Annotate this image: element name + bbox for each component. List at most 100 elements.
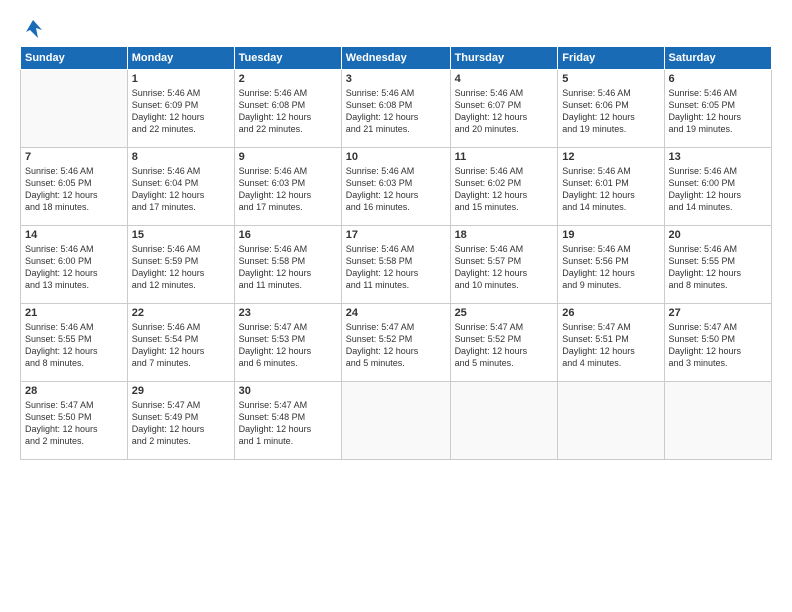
calendar-cell: 5 Sunrise: 5:46 AM Sunset: 6:06 PM Daylig… bbox=[558, 70, 664, 148]
day-info: Sunrise: 5:47 AM Sunset: 5:48 PM Dayligh… bbox=[239, 399, 337, 448]
day-number: 15 bbox=[132, 229, 230, 241]
day-info: Sunrise: 5:46 AM Sunset: 5:58 PM Dayligh… bbox=[239, 243, 337, 292]
calendar-table: SundayMondayTuesdayWednesdayThursdayFrid… bbox=[20, 46, 772, 460]
calendar-cell bbox=[664, 382, 771, 460]
col-header-tuesday: Tuesday bbox=[234, 47, 341, 70]
day-number: 26 bbox=[562, 307, 659, 319]
day-number: 11 bbox=[455, 151, 554, 163]
day-number: 2 bbox=[239, 73, 337, 85]
calendar-cell: 2 Sunrise: 5:46 AM Sunset: 6:08 PM Daylig… bbox=[234, 70, 341, 148]
day-info: Sunrise: 5:46 AM Sunset: 6:04 PM Dayligh… bbox=[132, 165, 230, 214]
calendar-cell: 20 Sunrise: 5:46 AM Sunset: 5:55 PM Dayli… bbox=[664, 226, 771, 304]
header bbox=[20, 18, 772, 36]
calendar-week-row: 28 Sunrise: 5:47 AM Sunset: 5:50 PM Dayli… bbox=[21, 382, 772, 460]
calendar-cell: 27 Sunrise: 5:47 AM Sunset: 5:50 PM Dayli… bbox=[664, 304, 771, 382]
day-info: Sunrise: 5:46 AM Sunset: 5:57 PM Dayligh… bbox=[455, 243, 554, 292]
day-info: Sunrise: 5:46 AM Sunset: 5:55 PM Dayligh… bbox=[25, 321, 123, 370]
day-number: 13 bbox=[669, 151, 767, 163]
calendar-cell: 23 Sunrise: 5:47 AM Sunset: 5:53 PM Dayli… bbox=[234, 304, 341, 382]
day-number: 1 bbox=[132, 73, 230, 85]
day-number: 9 bbox=[239, 151, 337, 163]
day-info: Sunrise: 5:46 AM Sunset: 6:03 PM Dayligh… bbox=[346, 165, 446, 214]
logo-bird-icon bbox=[22, 18, 44, 40]
col-header-friday: Friday bbox=[558, 47, 664, 70]
day-info: Sunrise: 5:47 AM Sunset: 5:50 PM Dayligh… bbox=[669, 321, 767, 370]
day-number: 29 bbox=[132, 385, 230, 397]
day-number: 30 bbox=[239, 385, 337, 397]
day-number: 5 bbox=[562, 73, 659, 85]
col-header-sunday: Sunday bbox=[21, 47, 128, 70]
calendar-cell: 7 Sunrise: 5:46 AM Sunset: 6:05 PM Daylig… bbox=[21, 148, 128, 226]
day-info: Sunrise: 5:46 AM Sunset: 6:08 PM Dayligh… bbox=[239, 87, 337, 136]
day-number: 20 bbox=[669, 229, 767, 241]
calendar-header-row: SundayMondayTuesdayWednesdayThursdayFrid… bbox=[21, 47, 772, 70]
day-info: Sunrise: 5:47 AM Sunset: 5:53 PM Dayligh… bbox=[239, 321, 337, 370]
logo-text bbox=[20, 18, 44, 36]
day-number: 27 bbox=[669, 307, 767, 319]
calendar-cell: 9 Sunrise: 5:46 AM Sunset: 6:03 PM Daylig… bbox=[234, 148, 341, 226]
day-info: Sunrise: 5:46 AM Sunset: 6:05 PM Dayligh… bbox=[25, 165, 123, 214]
calendar-cell bbox=[341, 382, 450, 460]
day-info: Sunrise: 5:46 AM Sunset: 6:00 PM Dayligh… bbox=[669, 165, 767, 214]
calendar-cell: 26 Sunrise: 5:47 AM Sunset: 5:51 PM Dayli… bbox=[558, 304, 664, 382]
col-header-thursday: Thursday bbox=[450, 47, 558, 70]
day-number: 7 bbox=[25, 151, 123, 163]
day-info: Sunrise: 5:46 AM Sunset: 6:08 PM Dayligh… bbox=[346, 87, 446, 136]
page: SundayMondayTuesdayWednesdayThursdayFrid… bbox=[0, 0, 792, 612]
day-info: Sunrise: 5:46 AM Sunset: 6:02 PM Dayligh… bbox=[455, 165, 554, 214]
day-number: 12 bbox=[562, 151, 659, 163]
calendar-cell: 12 Sunrise: 5:46 AM Sunset: 6:01 PM Dayli… bbox=[558, 148, 664, 226]
day-info: Sunrise: 5:47 AM Sunset: 5:52 PM Dayligh… bbox=[346, 321, 446, 370]
calendar-cell: 30 Sunrise: 5:47 AM Sunset: 5:48 PM Dayli… bbox=[234, 382, 341, 460]
day-number: 14 bbox=[25, 229, 123, 241]
day-number: 23 bbox=[239, 307, 337, 319]
day-number: 17 bbox=[346, 229, 446, 241]
calendar-cell: 11 Sunrise: 5:46 AM Sunset: 6:02 PM Dayli… bbox=[450, 148, 558, 226]
calendar-week-row: 7 Sunrise: 5:46 AM Sunset: 6:05 PM Daylig… bbox=[21, 148, 772, 226]
day-number: 22 bbox=[132, 307, 230, 319]
calendar-cell: 28 Sunrise: 5:47 AM Sunset: 5:50 PM Dayli… bbox=[21, 382, 128, 460]
day-number: 4 bbox=[455, 73, 554, 85]
calendar-cell: 29Sunrise: 5:47 AM Sunset: 5:49 PM Dayli… bbox=[127, 382, 234, 460]
day-number: 28 bbox=[25, 385, 123, 397]
day-number: 3 bbox=[346, 73, 446, 85]
day-number: 16 bbox=[239, 229, 337, 241]
calendar-cell bbox=[558, 382, 664, 460]
calendar-cell: 22 Sunrise: 5:46 AM Sunset: 5:54 PM Dayli… bbox=[127, 304, 234, 382]
day-info: Sunrise: 5:47 AM Sunset: 5:50 PM Dayligh… bbox=[25, 399, 123, 448]
calendar-cell: 13 Sunrise: 5:46 AM Sunset: 6:00 PM Dayli… bbox=[664, 148, 771, 226]
day-info: Sunrise: 5:46 AM Sunset: 5:54 PM Dayligh… bbox=[132, 321, 230, 370]
day-info: Sunrise: 5:47 AM Sunset: 5:51 PM Dayligh… bbox=[562, 321, 659, 370]
logo bbox=[20, 18, 44, 36]
calendar-cell: 18 Sunrise: 5:46 AM Sunset: 5:57 PM Dayli… bbox=[450, 226, 558, 304]
calendar-cell: 10Sunrise: 5:46 AM Sunset: 6:03 PM Dayli… bbox=[341, 148, 450, 226]
calendar-cell: 24Sunrise: 5:47 AM Sunset: 5:52 PM Dayli… bbox=[341, 304, 450, 382]
day-info: Sunrise: 5:46 AM Sunset: 5:58 PM Dayligh… bbox=[346, 243, 446, 292]
day-number: 8 bbox=[132, 151, 230, 163]
day-info: Sunrise: 5:46 AM Sunset: 6:01 PM Dayligh… bbox=[562, 165, 659, 214]
day-info: Sunrise: 5:46 AM Sunset: 5:56 PM Dayligh… bbox=[562, 243, 659, 292]
day-info: Sunrise: 5:46 AM Sunset: 5:55 PM Dayligh… bbox=[669, 243, 767, 292]
day-number: 25 bbox=[455, 307, 554, 319]
day-info: Sunrise: 5:46 AM Sunset: 6:03 PM Dayligh… bbox=[239, 165, 337, 214]
day-number: 18 bbox=[455, 229, 554, 241]
calendar-cell: 6 Sunrise: 5:46 AM Sunset: 6:05 PM Daylig… bbox=[664, 70, 771, 148]
calendar-cell bbox=[21, 70, 128, 148]
calendar-cell: 25Sunrise: 5:47 AM Sunset: 5:52 PM Dayli… bbox=[450, 304, 558, 382]
calendar-cell: 1 Sunrise: 5:46 AM Sunset: 6:09 PM Daylig… bbox=[127, 70, 234, 148]
col-header-wednesday: Wednesday bbox=[341, 47, 450, 70]
calendar-cell: 15Sunrise: 5:46 AM Sunset: 5:59 PM Dayli… bbox=[127, 226, 234, 304]
calendar-cell: 21Sunrise: 5:46 AM Sunset: 5:55 PM Dayli… bbox=[21, 304, 128, 382]
calendar-cell: 17 Sunrise: 5:46 AM Sunset: 5:58 PM Dayli… bbox=[341, 226, 450, 304]
calendar-cell: 8 Sunrise: 5:46 AM Sunset: 6:04 PM Daylig… bbox=[127, 148, 234, 226]
day-info: Sunrise: 5:46 AM Sunset: 6:09 PM Dayligh… bbox=[132, 87, 230, 136]
calendar-cell: 4Sunrise: 5:46 AM Sunset: 6:07 PM Daylig… bbox=[450, 70, 558, 148]
calendar-cell: 19Sunrise: 5:46 AM Sunset: 5:56 PM Dayli… bbox=[558, 226, 664, 304]
day-info: Sunrise: 5:46 AM Sunset: 6:05 PM Dayligh… bbox=[669, 87, 767, 136]
calendar-cell: 3 Sunrise: 5:46 AM Sunset: 6:08 PM Daylig… bbox=[341, 70, 450, 148]
calendar-cell: 16 Sunrise: 5:46 AM Sunset: 5:58 PM Dayli… bbox=[234, 226, 341, 304]
col-header-monday: Monday bbox=[127, 47, 234, 70]
calendar-cell bbox=[450, 382, 558, 460]
day-info: Sunrise: 5:46 AM Sunset: 6:06 PM Dayligh… bbox=[562, 87, 659, 136]
day-number: 6 bbox=[669, 73, 767, 85]
